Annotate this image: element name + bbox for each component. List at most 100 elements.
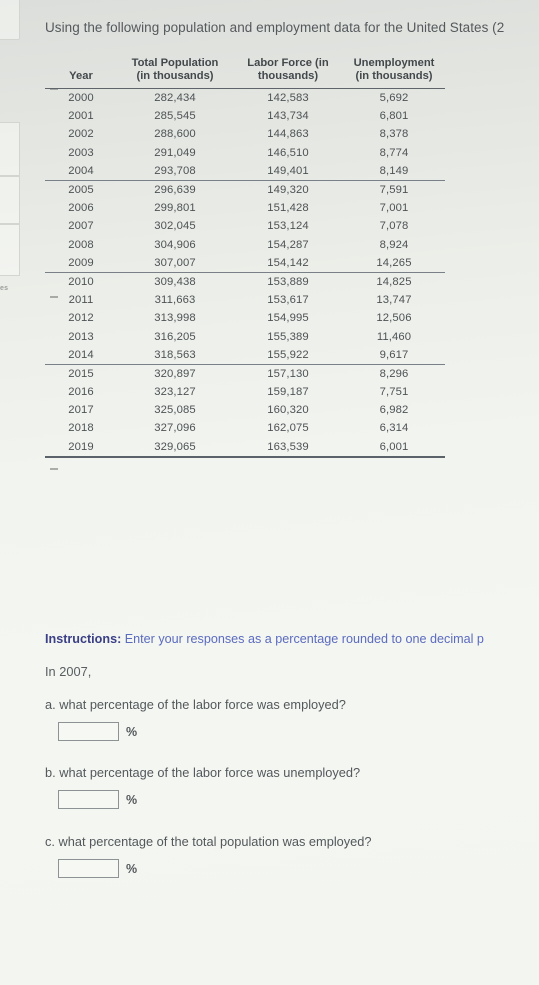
cell-unemployment: 8,149 (343, 161, 445, 181)
offscreen-panel-fragment-middle (0, 122, 20, 176)
cell-year: 2019 (45, 437, 117, 458)
cell-total-population: 318,563 (117, 345, 233, 365)
table-row: 2003 291,049 146,510 8,774 (45, 144, 445, 162)
cell-unemployment: 6,982 (379, 404, 409, 417)
cell-unemployment: 6,801 (379, 110, 409, 123)
table-row: 2002 288,600 144,863 8,378 (45, 125, 445, 143)
column-header-labor-force-line2: thousands) (257, 70, 319, 82)
cell-year: 2018 (68, 422, 94, 435)
cell-unemployment: 7,591 (379, 184, 409, 197)
cell-unemployment: 7,751 (379, 386, 409, 399)
column-header-labor-force: Labor Force (in thousands) (233, 57, 343, 89)
cell-labor-force: 162,075 (267, 422, 309, 435)
cell-year: 2008 (68, 238, 94, 251)
column-header-unemployment: Unemployment (in thousands) (343, 57, 445, 89)
column-header-total-population-line1: Total Population (131, 57, 219, 69)
cell-unemployment: 11,460 (376, 330, 412, 343)
cell-year: 2012 (68, 312, 94, 325)
cell-labor-force: 159,187 (267, 386, 309, 399)
year-context-label: In 2007, (45, 664, 92, 679)
offscreen-panel-fragment-label: es (0, 285, 9, 292)
column-header-unemployment-line1: Unemployment (353, 57, 435, 69)
answer-row-c: % (58, 859, 137, 878)
table-row: 2019 329,065 163,539 6,001 (45, 437, 445, 458)
cell-year: 2013 (68, 330, 94, 343)
cell-labor-force: 154,142 (233, 253, 343, 273)
question-c-prompt: c. what percentage of the total populati… (45, 834, 372, 849)
cell-labor-force: 163,539 (233, 437, 343, 458)
cell-year: 2005 (68, 184, 94, 197)
cell-labor-force: 157,130 (267, 367, 309, 380)
cell-unemployment: 5,692 (379, 92, 409, 105)
cell-total-population: 282,434 (154, 92, 196, 105)
column-header-unemployment-line2: (in thousands) (355, 70, 433, 82)
cell-total-population: 320,897 (154, 367, 196, 380)
population-employment-table: Year Total Population (in thousands) Lab… (45, 57, 445, 458)
table-row: 2018 327,096 162,075 6,314 (45, 419, 445, 437)
cell-total-population: 311,663 (154, 294, 196, 307)
column-header-total-population: Total Population (in thousands) (117, 57, 233, 89)
cell-unemployment: 7,078 (379, 220, 409, 233)
cell-labor-force: 153,889 (267, 275, 309, 288)
answer-input-c[interactable] (58, 859, 119, 878)
cell-labor-force: 153,124 (267, 220, 309, 233)
instructions-label: Instructions: (45, 632, 122, 646)
table-row: 2006 299,801 151,428 7,001 (45, 199, 445, 217)
cell-year: 2003 (68, 146, 94, 159)
table-header: Year Total Population (in thousands) Lab… (45, 57, 445, 89)
cell-year: 2017 (68, 404, 94, 417)
cell-total-population: 304,906 (154, 238, 196, 251)
cell-labor-force: 155,389 (267, 330, 309, 343)
cell-total-population: 285,545 (154, 110, 196, 123)
question-a-prompt: a. what percentage of the labor force wa… (45, 697, 346, 712)
table-row: 2004 293,708 149,401 8,149 (45, 161, 445, 181)
column-header-total-population-line2: (in thousands) (136, 70, 214, 82)
cell-total-population: 316,205 (154, 330, 196, 343)
cell-labor-force: 149,320 (267, 184, 309, 197)
cell-unemployment: 7,001 (379, 202, 409, 215)
cell-total-population: 327,096 (154, 422, 196, 435)
answer-input-a[interactable] (58, 722, 119, 741)
cell-labor-force: 154,287 (267, 238, 309, 251)
answer-row-a: % (58, 722, 137, 741)
cell-total-population: 302,045 (154, 220, 196, 233)
cell-year: 2000 (68, 92, 94, 105)
percent-sign-c: % (126, 861, 138, 876)
cell-labor-force: 144,863 (267, 128, 309, 141)
answer-row-b: % (58, 790, 137, 809)
cell-year: 2009 (45, 253, 117, 273)
cell-unemployment: 8,296 (379, 367, 409, 380)
cell-year: 2002 (68, 128, 94, 141)
answer-input-b[interactable] (58, 790, 119, 809)
offscreen-panel-fragment-bottom (0, 224, 20, 276)
cell-year: 2006 (68, 202, 94, 215)
cell-year: 2015 (68, 367, 94, 380)
cell-labor-force: 151,428 (267, 202, 309, 215)
table-row: 2007 302,045 153,124 7,078 (45, 217, 445, 235)
cell-unemployment: 14,825 (376, 275, 412, 288)
cell-total-population: 309,438 (154, 275, 196, 288)
cell-total-population: 293,708 (117, 161, 233, 181)
table-body: 2000 282,434 142,583 5,692 2001 285,545 143,73… (45, 89, 445, 458)
cell-unemployment: 8,774 (379, 146, 409, 159)
cell-year: 2001 (68, 110, 94, 123)
cell-year: 2007 (68, 220, 94, 233)
cell-unemployment: 8,378 (379, 128, 409, 141)
cell-total-population: 296,639 (154, 184, 196, 197)
cell-unemployment: 8,924 (379, 238, 409, 251)
cell-year: 2011 (68, 294, 94, 307)
cell-unemployment: 6,001 (343, 437, 445, 458)
cell-labor-force: 146,510 (267, 146, 309, 159)
instructions-text: Instructions: Enter your responses as a … (45, 631, 539, 647)
cell-total-population: 313,998 (154, 312, 196, 325)
instructions-body: Enter your responses as a percentage rou… (121, 632, 484, 646)
percent-sign-a: % (126, 724, 138, 739)
cell-labor-force: 153,617 (267, 294, 309, 307)
cell-labor-force: 142,583 (267, 92, 309, 105)
cell-total-population: 325,085 (154, 404, 196, 417)
cell-year: 2010 (68, 275, 94, 288)
cell-labor-force: 143,734 (267, 110, 309, 123)
cell-labor-force: 155,922 (233, 345, 343, 365)
table-row: 2005 296,639 149,320 7,591 (45, 180, 445, 199)
cell-unemployment: 6,314 (379, 422, 409, 435)
